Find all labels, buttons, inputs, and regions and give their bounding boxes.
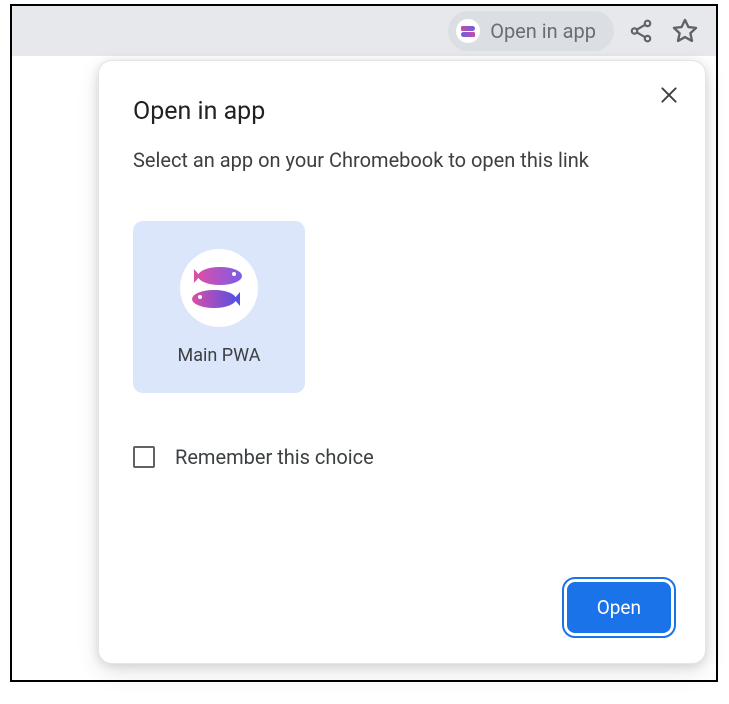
- dialog-title: Open in app: [133, 97, 671, 126]
- app-option-icon: [180, 249, 258, 327]
- remember-choice-checkbox[interactable]: Remember this choice: [133, 445, 671, 469]
- open-button[interactable]: Open: [567, 582, 671, 633]
- dialog-actions: Open: [133, 582, 671, 633]
- open-in-app-pill[interactable]: Open in app: [448, 11, 614, 51]
- share-icon[interactable]: [624, 14, 658, 48]
- open-in-app-dialog: Open in app Select an app on your Chrome…: [98, 60, 706, 664]
- close-button[interactable]: [653, 79, 685, 111]
- app-option-label: Main PWA: [178, 345, 261, 366]
- close-icon: [659, 85, 679, 105]
- checkbox-icon: [133, 446, 155, 468]
- remember-choice-label: Remember this choice: [175, 445, 374, 469]
- dialog-subtitle: Select an app on your Chromebook to open…: [133, 146, 671, 175]
- browser-frame: Open in app Open in app Select an a: [10, 4, 718, 682]
- app-option-main-pwa[interactable]: Main PWA: [133, 221, 305, 393]
- pill-label: Open in app: [490, 19, 596, 43]
- app-icon: [456, 19, 480, 43]
- browser-toolbar: Open in app: [12, 6, 716, 56]
- bookmark-star-icon[interactable]: [668, 14, 702, 48]
